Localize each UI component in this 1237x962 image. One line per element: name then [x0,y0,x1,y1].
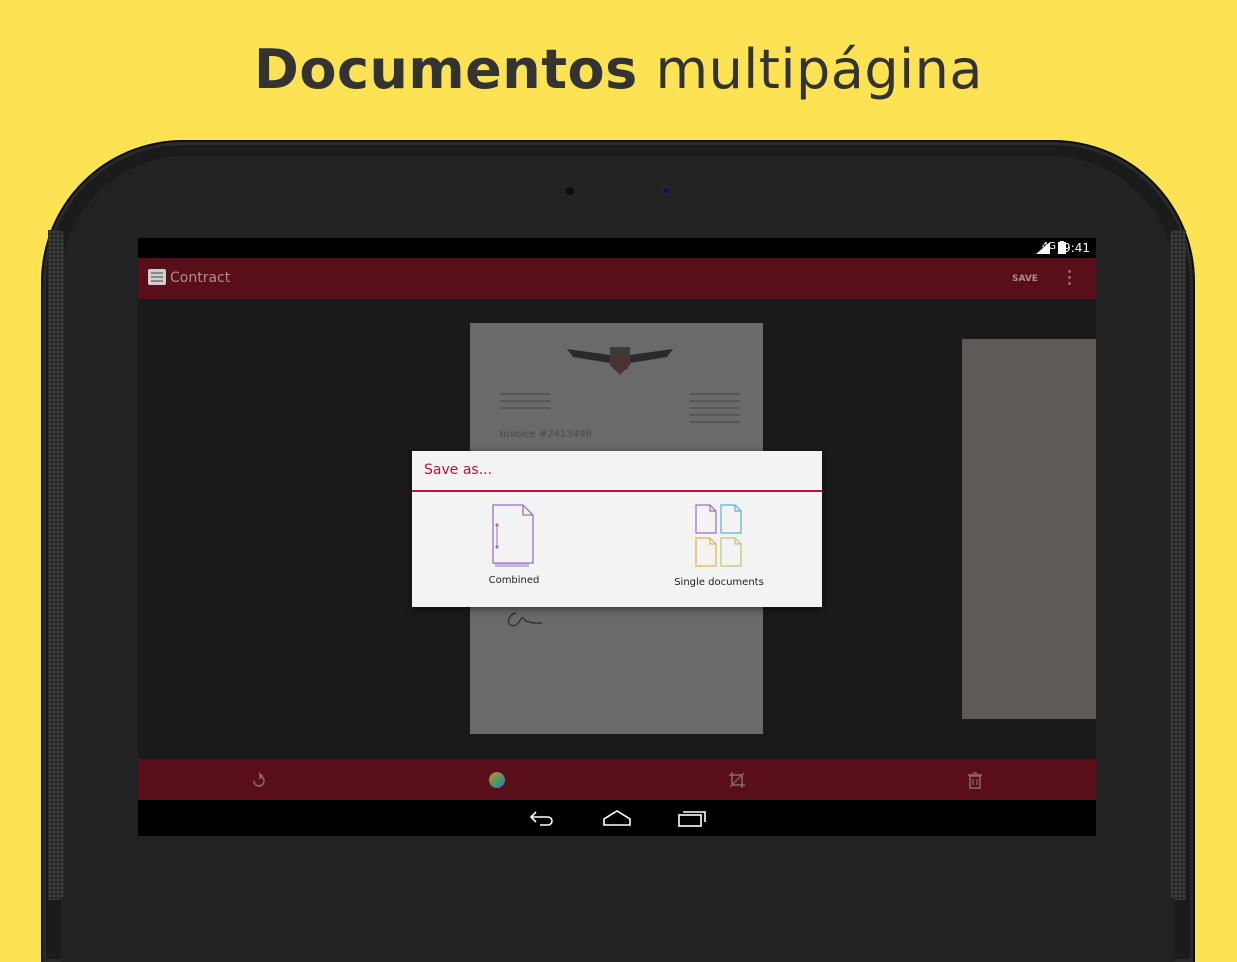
single-documents-label: Single documents [674,577,764,588]
headline-light: multipágina [655,38,983,101]
combined-option[interactable]: Combined [462,503,566,586]
headline: Documentos multipágina [0,38,1237,101]
right-speaker [1170,230,1186,900]
combined-label: Combined [488,575,540,586]
single-documents-icon [695,504,742,567]
front-camera [662,187,670,195]
dialog-divider [412,490,822,492]
save-as-dialog: Save as... Combined Single documents [412,451,822,607]
proximity-sensor [566,187,574,195]
left-speaker [48,230,64,900]
combined-document-icon [492,504,534,567]
headline-bold: Documentos [254,38,638,101]
dialog-title: Save as... [424,462,493,478]
single-documents-option[interactable]: Single documents [652,503,786,588]
